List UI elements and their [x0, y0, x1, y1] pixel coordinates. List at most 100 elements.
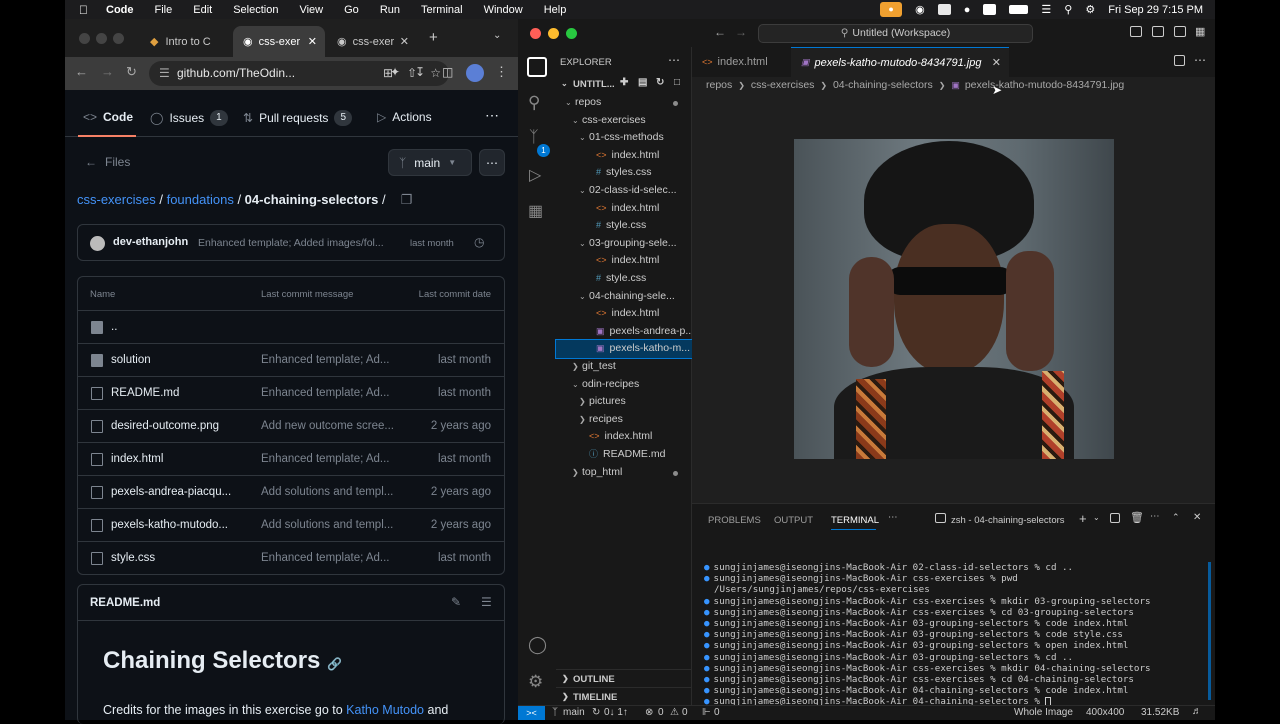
search-icon[interactable]: ⚲ — [528, 93, 540, 113]
new-terminal-icon[interactable]: + — [1079, 511, 1087, 526]
panel-tab-problems[interactable]: PROBLEMS — [708, 515, 761, 526]
edit-pencil-icon[interactable]: ✎ — [451, 595, 461, 609]
image-preview[interactable] — [794, 139, 1114, 459]
source-control-icon[interactable]: ᛉ — [529, 129, 539, 147]
tree-item[interactable]: # styles.css — [556, 164, 692, 182]
battery-icon[interactable] — [1009, 5, 1029, 14]
tab-actions[interactable]: ▷ Actions — [377, 110, 432, 124]
tree-item[interactable]: # style.css — [556, 217, 692, 235]
tab-search-icon[interactable]: ⌄ — [493, 30, 501, 41]
browser-tab[interactable]: ◉ css-exer ✕ — [327, 26, 417, 57]
commit-message-link[interactable]: Add solutions and templ... — [261, 486, 401, 498]
tree-item[interactable]: <> index.html — [556, 147, 692, 165]
menu-file[interactable]: File — [155, 4, 173, 16]
manage-gear-icon[interactable]: ⚙ — [528, 672, 543, 692]
commit-message-link[interactable]: Add solutions and templ... — [261, 519, 401, 531]
outline-section[interactable]: ❯ OUTLINE — [556, 669, 692, 687]
kill-terminal-trash-icon[interactable]: 🗑 — [1130, 511, 1144, 524]
wifi-icon[interactable]: ☰ — [1041, 3, 1051, 16]
status-ports[interactable]: 0 — [714, 707, 720, 718]
tree-item[interactable]: ⓘ README.md — [556, 446, 692, 464]
tree-item[interactable]: ▣ pexels-katho-m... — [555, 339, 693, 359]
panel-more-icon[interactable]: ⋯ — [888, 512, 898, 523]
file-name-link[interactable]: .. — [111, 321, 241, 333]
commit-message-link[interactable]: Enhanced template; Ad... — [261, 453, 401, 465]
command-center[interactable]: ⚲ Untitled (Workspace) — [758, 24, 1033, 43]
download-icon[interactable]: ↧ — [415, 65, 425, 79]
window-minimize-button[interactable] — [548, 28, 559, 39]
menu-app-name[interactable]: Code — [106, 4, 134, 16]
apple-icon[interactable]:  — [79, 3, 88, 17]
tree-item[interactable]: <> index.html — [556, 252, 692, 270]
reload-icon[interactable]: ↻ — [126, 64, 137, 80]
spotlight-search-icon[interactable]: ⚲ — [1064, 3, 1072, 16]
avatar[interactable] — [90, 236, 105, 251]
table-row[interactable]: pexels-katho-mutodo... Add solutions and … — [78, 508, 504, 541]
explorer-more-icon[interactable]: ⋯ — [668, 53, 680, 67]
toggle-panel-icon[interactable] — [1152, 26, 1164, 37]
file-name-link[interactable]: pexels-katho-mutodo... — [111, 519, 241, 531]
tree-item[interactable]: ⌄ repos — [556, 94, 692, 112]
refresh-icon[interactable]: ↻ — [656, 77, 664, 88]
microphone-icon[interactable]: ● — [880, 2, 903, 17]
tree-item[interactable]: <> index.html — [556, 305, 692, 323]
commit-message[interactable]: Enhanced template; Added images/fol... — [198, 237, 404, 249]
tree-item[interactable]: ⌄ 01-css-methods — [556, 129, 692, 147]
anchor-link-icon[interactable]: 🔗 — [327, 657, 342, 671]
commit-message-link[interactable]: Enhanced template; Ad... — [261, 354, 401, 366]
window-minimize-button[interactable] — [96, 33, 107, 44]
breadcrumb-segment[interactable]: 04-chaining-selectors — [833, 79, 933, 91]
chat-icon[interactable]: ● — [964, 4, 971, 16]
menu-terminal[interactable]: Terminal — [421, 4, 463, 16]
commit-author[interactable]: dev-ethanjohn — [113, 236, 188, 248]
maximize-panel-icon[interactable]: ⌃ — [1172, 512, 1180, 523]
table-row[interactable]: desired-outcome.png Add new outcome scree… — [78, 409, 504, 442]
tree-item[interactable]: ⌄ 02-class-id-selec... — [556, 182, 692, 200]
menu-go[interactable]: Go — [344, 4, 359, 16]
window-zoom-button[interactable] — [566, 28, 577, 39]
editor-tab-index-html[interactable]: <> index.html — [692, 47, 790, 77]
commit-message-link[interactable]: Enhanced template; Ad... — [261, 552, 401, 564]
tree-item[interactable]: ❯ recipes — [556, 411, 692, 429]
new-tab-icon[interactable]: + — [429, 29, 438, 46]
status-zoom[interactable]: Whole Image — [1014, 707, 1073, 718]
tree-item[interactable]: ▣ pexels-andrea-p... — [556, 323, 692, 341]
more-options-button[interactable]: ⋯ — [479, 149, 505, 176]
branch-selector[interactable]: ᛉ main ▼ — [388, 149, 472, 176]
command-decoration-icon[interactable]: ● — [704, 618, 710, 629]
address-bar[interactable]: ☰ github.com/TheOdin... ⊞ ⇧ ☆ — [149, 61, 449, 86]
menu-run[interactable]: Run — [380, 4, 400, 16]
editor-tab-image-active[interactable]: ▣ pexels-katho-mutodo-8434791.jpg ✕ — [791, 47, 1009, 77]
site-info-icon[interactable]: ☰ — [159, 61, 170, 86]
explorer-files-icon[interactable] — [527, 57, 547, 77]
credit-link[interactable]: Katho Mutodo — [346, 703, 424, 717]
breadcrumb-segment[interactable]: pexels-katho-mutodo-8434791.jpg — [965, 79, 1124, 91]
command-decoration-icon[interactable]: ● — [704, 629, 710, 640]
breadcrumb-segment[interactable]: repos — [706, 79, 732, 91]
bookmark-star-icon[interactable]: ☆ — [430, 61, 441, 86]
tree-item[interactable]: ⌄ css-exercises — [556, 112, 692, 130]
table-row[interactable]: pexels-andrea-piacqu... Add solutions and… — [78, 475, 504, 508]
tab-issues[interactable]: ◯ Issues 1 — [150, 110, 228, 126]
status-sync[interactable]: 0↓ 1↑ — [604, 707, 628, 718]
terminal-dropdown-icon[interactable]: ⌄ — [1093, 513, 1100, 522]
tree-item[interactable]: ⌄ 03-grouping-sele... — [556, 235, 692, 253]
tree-item[interactable]: # style.css — [556, 270, 692, 288]
toggle-secondary-sidebar-icon[interactable] — [1174, 26, 1186, 37]
accounts-icon[interactable]: ◯ — [528, 635, 547, 655]
run-debug-icon[interactable]: ▷ — [529, 165, 541, 185]
table-row[interactable]: style.css Enhanced template; Ad... last mo… — [78, 541, 504, 574]
toggle-sidebar-icon[interactable] — [1130, 26, 1142, 37]
command-decoration-icon[interactable]: ● — [704, 573, 710, 584]
tree-item[interactable]: ⌄ odin-recipes — [556, 376, 692, 394]
file-name-link[interactable]: pexels-andrea-piacqu... — [111, 486, 241, 498]
status-warnings[interactable]: 0 — [682, 707, 688, 718]
browser-tab[interactable]: ◆ Intro to C — [140, 26, 230, 57]
new-folder-icon[interactable]: ▤ — [638, 77, 647, 88]
stage-manager-icon[interactable] — [937, 4, 951, 15]
menu-selection[interactable]: Selection — [233, 4, 278, 16]
record-icon[interactable]: ◉ — [915, 3, 925, 16]
browser-tab-active[interactable]: ◉ css-exer ✕ — [233, 26, 325, 57]
forward-icon[interactable]: → — [101, 64, 114, 79]
close-tab-icon[interactable]: ✕ — [992, 56, 1001, 69]
